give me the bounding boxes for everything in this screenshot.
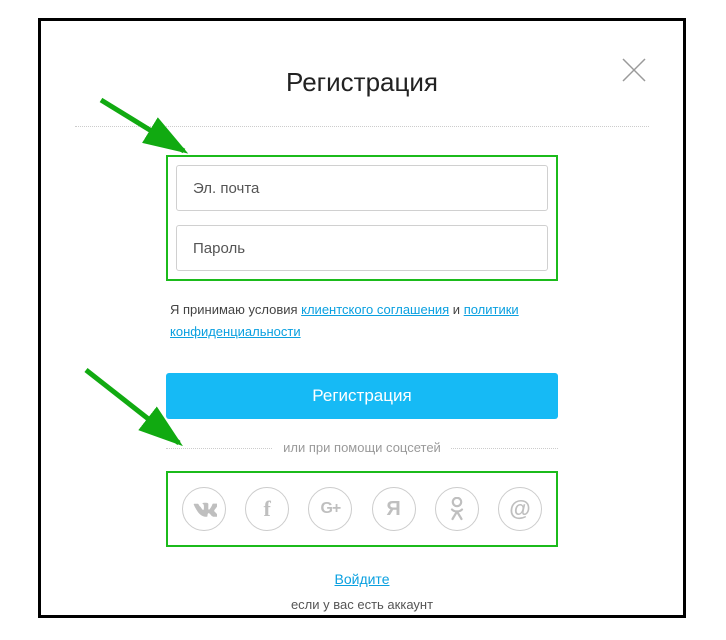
have-account-text: если у вас есть аккаунт <box>166 597 558 612</box>
password-field[interactable] <box>176 225 548 271</box>
google-plus-icon: G+ <box>320 500 340 518</box>
terms-prefix: Я принимаю условия <box>170 302 301 317</box>
social-yandex-button[interactable]: Я <box>372 487 416 531</box>
yandex-icon: Я <box>386 498 400 521</box>
social-gplus-button[interactable]: G+ <box>308 487 352 531</box>
odnoklassniki-icon <box>450 497 464 521</box>
terms-agreement-link[interactable]: клиентского соглашения <box>301 302 449 317</box>
social-divider-label: или при помощи соцсетей <box>273 440 451 455</box>
social-highlight: f G+ Я @ <box>166 471 558 547</box>
social-mail-button[interactable]: @ <box>498 487 542 531</box>
facebook-icon: f <box>264 496 271 522</box>
social-fb-button[interactable]: f <box>245 487 289 531</box>
fields-highlight <box>166 155 558 281</box>
vk-icon <box>191 501 217 517</box>
modal-frame: Регистрация Я принимаю условия клиентско… <box>38 18 686 618</box>
terms-text: Я принимаю условия клиентского соглашени… <box>170 299 554 343</box>
annotation-arrow-2 <box>81 365 191 455</box>
terms-mid: и <box>449 302 464 317</box>
close-button[interactable] <box>619 55 649 85</box>
social-vk-button[interactable] <box>182 487 226 531</box>
annotation-arrow-1 <box>96 95 196 165</box>
social-row: f G+ Я @ <box>176 481 548 537</box>
social-ok-button[interactable] <box>435 487 479 531</box>
email-field[interactable] <box>176 165 548 211</box>
close-icon <box>619 55 649 85</box>
login-link[interactable]: Войдите <box>166 571 558 587</box>
register-button[interactable]: Регистрация <box>166 373 558 419</box>
form-container: Я принимаю условия клиентского соглашени… <box>166 155 558 612</box>
mail-icon: @ <box>509 496 530 522</box>
social-divider: или при помощи соцсетей <box>166 439 558 457</box>
